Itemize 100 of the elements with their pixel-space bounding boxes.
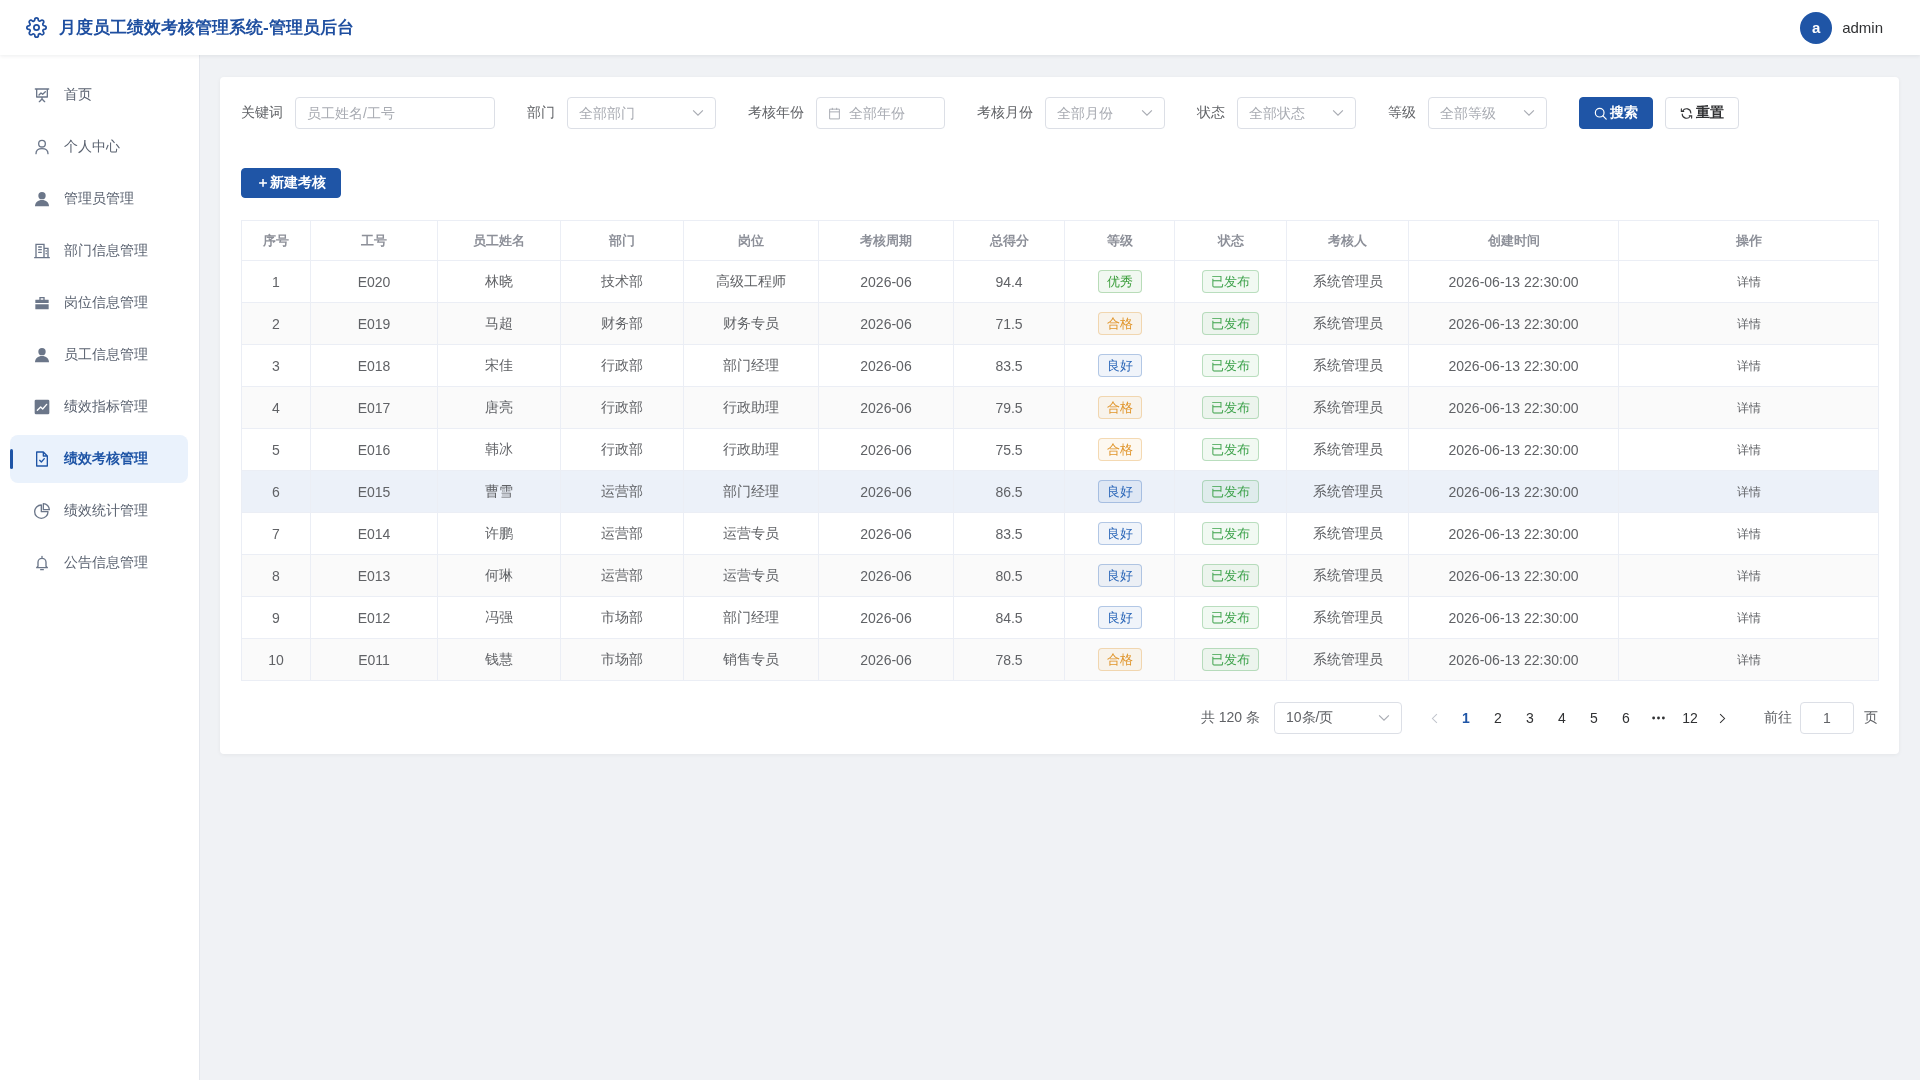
- detail-link[interactable]: 详情: [1736, 526, 1761, 541]
- text-field[interactable]: 员工姓名/工号: [295, 97, 495, 129]
- search-button[interactable]: 搜索: [1579, 97, 1653, 129]
- table-cell: 2026-06: [818, 260, 954, 303]
- table-cell: 2026-06-13 22:30:00: [1408, 554, 1619, 597]
- create-button[interactable]: ＋新建考核: [241, 168, 341, 198]
- status-badge: 已发布: [1202, 648, 1259, 671]
- table-cell: 系统管理员: [1286, 428, 1409, 471]
- table-cell: 部门经理: [683, 470, 819, 513]
- table-cell: 销售专员: [683, 638, 819, 681]
- page-button[interactable]: 1: [1450, 702, 1482, 734]
- grade-badge: 良好: [1097, 480, 1142, 503]
- user-icon: [34, 347, 50, 363]
- table-cell: 财务部: [560, 302, 684, 345]
- detail-link[interactable]: 详情: [1736, 652, 1761, 667]
- column-header: 操作: [1618, 220, 1879, 261]
- column-header: 员工姓名: [437, 220, 561, 261]
- table-cell: 2026-06: [818, 344, 954, 387]
- username[interactable]: admin: [1842, 19, 1883, 36]
- page-number-field[interactable]: 1: [1800, 702, 1854, 734]
- date-field[interactable]: 全部年份: [816, 97, 945, 129]
- table-cell: 2026-06: [818, 470, 954, 513]
- table-cell: 2026-06-13 22:30:00: [1408, 302, 1619, 345]
- more-icon: [1651, 716, 1665, 720]
- detail-link[interactable]: 详情: [1736, 568, 1761, 583]
- table-cell: 冯强: [437, 596, 561, 639]
- table-cell: 2026-06-13 22:30:00: [1408, 428, 1619, 471]
- settings-icon: [26, 17, 47, 38]
- sidebar-item[interactable]: 首页: [10, 71, 188, 119]
- column-header: 序号: [241, 220, 311, 261]
- table-cell: 行政助理: [683, 386, 819, 429]
- total-count: 共 120 条: [1200, 709, 1260, 727]
- table-cell: 80.5: [953, 554, 1065, 597]
- table-cell: 9: [241, 596, 311, 639]
- table-cell: 2026-06: [818, 302, 954, 345]
- detail-link[interactable]: 详情: [1736, 316, 1761, 331]
- filter-label: 关键词: [241, 104, 283, 122]
- sidebar-item[interactable]: 绩效指标管理: [10, 383, 188, 431]
- avatar[interactable]: a: [1800, 11, 1833, 44]
- table-cell: E018: [310, 344, 438, 387]
- table-cell: 2026-06: [818, 638, 954, 681]
- page-button[interactable]: 6: [1610, 702, 1642, 734]
- table-cell: 6: [241, 470, 311, 513]
- select-field[interactable]: 全部等级: [1428, 97, 1547, 129]
- sidebar-item[interactable]: 部门信息管理: [10, 227, 188, 275]
- table-cell: 运营专员: [683, 512, 819, 555]
- pie-chart-icon: [34, 503, 50, 519]
- sidebar-item[interactable]: 员工信息管理: [10, 331, 188, 379]
- page-size-select[interactable]: 10条/页: [1274, 702, 1402, 734]
- select-field[interactable]: 全部月份: [1045, 97, 1165, 129]
- grade-badge: 合格: [1097, 312, 1142, 335]
- table-cell: 系统管理员: [1286, 260, 1409, 303]
- chevron-left-icon: [1430, 712, 1438, 724]
- select-field[interactable]: 全部部门: [567, 97, 716, 129]
- filter-label: 等级: [1388, 104, 1416, 122]
- page-button[interactable]: 4: [1546, 702, 1578, 734]
- table-cell: 2026-06-13 22:30:00: [1408, 512, 1619, 555]
- page-unit-label: 页: [1864, 709, 1878, 727]
- table-cell: 2026-06: [818, 596, 954, 639]
- table-cell: 2026-06-13 22:30:00: [1408, 260, 1619, 303]
- sidebar-item[interactable]: 管理员管理: [10, 175, 188, 223]
- table-cell: 运营部: [560, 512, 684, 555]
- goto-label: 前往: [1764, 709, 1792, 727]
- building-icon: [34, 243, 50, 259]
- detail-link[interactable]: 详情: [1736, 484, 1761, 499]
- column-header: 考核周期: [818, 220, 954, 261]
- page-button[interactable]: 5: [1578, 702, 1610, 734]
- chevron-down-icon: [1332, 109, 1344, 117]
- table-cell: 系统管理员: [1286, 596, 1409, 639]
- sidebar-item[interactable]: 岗位信息管理: [10, 279, 188, 327]
- table-cell: 系统管理员: [1286, 554, 1409, 597]
- reset-button[interactable]: 重置: [1665, 97, 1739, 129]
- page-button[interactable]: 2: [1482, 702, 1514, 734]
- table-cell: 4: [241, 386, 311, 429]
- detail-link[interactable]: 详情: [1736, 274, 1761, 289]
- briefcase-icon: [34, 295, 50, 311]
- detail-link[interactable]: 详情: [1736, 442, 1761, 457]
- table-cell: 94.4: [953, 260, 1065, 303]
- detail-link[interactable]: 详情: [1736, 610, 1761, 625]
- page-button[interactable]: 3: [1514, 702, 1546, 734]
- sidebar-item[interactable]: 个人中心: [10, 123, 188, 171]
- page-button[interactable]: 12: [1674, 702, 1706, 734]
- table-cell: 84.5: [953, 596, 1065, 639]
- table-cell: 财务专员: [683, 302, 819, 345]
- table-cell: 2026-06-13 22:30:00: [1408, 470, 1619, 513]
- search-icon: [1594, 106, 1607, 120]
- select-field[interactable]: 全部状态: [1237, 97, 1356, 129]
- detail-link[interactable]: 详情: [1736, 358, 1761, 373]
- sidebar-item[interactable]: 绩效考核管理: [10, 435, 188, 483]
- detail-link[interactable]: 详情: [1736, 400, 1761, 415]
- status-badge: 已发布: [1202, 606, 1259, 629]
- table-cell: 技术部: [560, 260, 684, 303]
- sidebar-item[interactable]: 公告信息管理: [10, 539, 188, 587]
- sidebar-item[interactable]: 绩效统计管理: [10, 487, 188, 535]
- table-cell: 78.5: [953, 638, 1065, 681]
- table-cell: E015: [310, 470, 438, 513]
- chevron-right-icon: [1718, 712, 1726, 724]
- status-badge: 已发布: [1202, 312, 1259, 335]
- table-cell: 系统管理员: [1286, 638, 1409, 681]
- table-cell: 运营专员: [683, 554, 819, 597]
